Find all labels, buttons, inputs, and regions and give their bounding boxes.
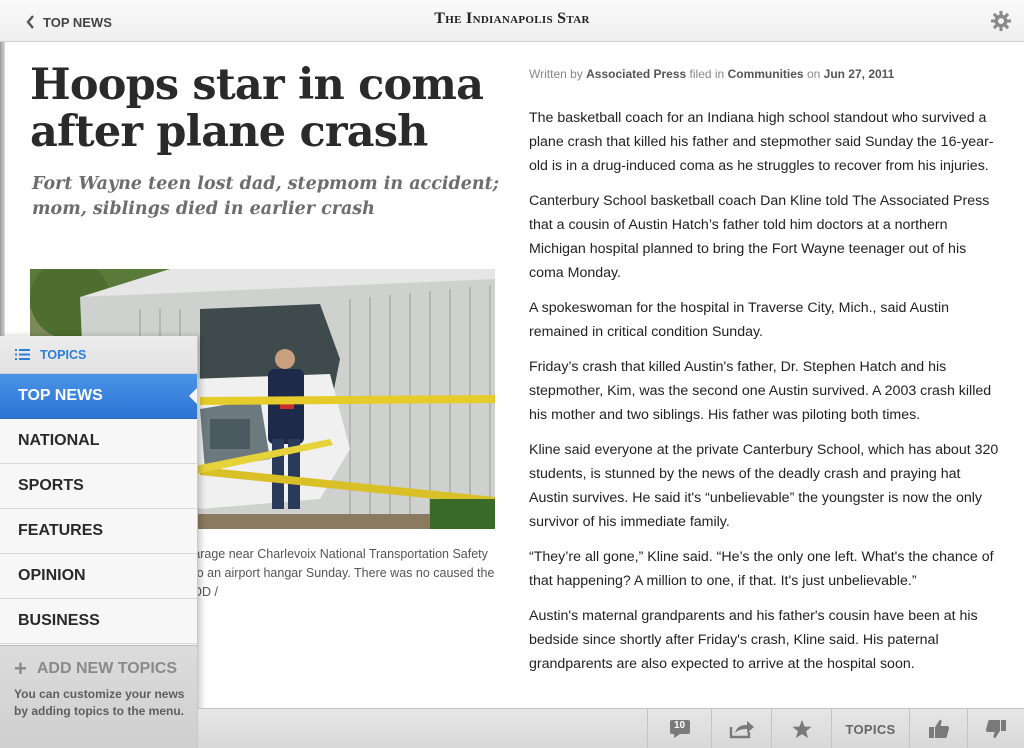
topic-item-sports[interactable]: SPORTS <box>0 464 197 509</box>
add-topics-panel: + ADD NEW TOPICS You can customize your … <box>0 645 197 748</box>
thumbs-up-icon <box>928 719 949 738</box>
comment-count: 10 <box>673 720 686 731</box>
topics-header[interactable]: TOPICS <box>0 336 197 374</box>
paragraph: Austin's maternal grandparents and his f… <box>529 608 978 672</box>
add-topics-button[interactable]: + ADD NEW TOPICS <box>14 656 197 681</box>
like-button[interactable] <box>909 709 967 748</box>
plus-icon: + <box>14 656 27 681</box>
topic-item-opinion[interactable]: OPINION <box>0 554 197 599</box>
byline-on: on <box>806 67 821 81</box>
dislike-button[interactable] <box>967 709 1024 748</box>
topics-drawer: TOPICS TOP NEWS NATIONAL SPORTS FEATURES… <box>0 336 198 748</box>
paragraph: Kline said everyone at the private Cante… <box>529 442 999 530</box>
masthead: The Indianapolis Star <box>434 10 590 27</box>
share-button[interactable] <box>711 709 771 748</box>
topic-item-features[interactable]: FEATURES <box>0 509 197 554</box>
comments-button[interactable]: 10 <box>647 709 711 748</box>
share-icon <box>729 721 754 739</box>
topics-button[interactable]: TOPICS <box>831 709 909 748</box>
topic-item-national[interactable]: NATIONAL <box>0 419 197 464</box>
page-edge <box>0 42 5 342</box>
paragraph: A spokeswoman for the hospital in Traver… <box>529 300 950 340</box>
topic-item-business[interactable]: BUSINESS <box>0 599 197 644</box>
paragraph: Friday’s crash that killed Austin's fath… <box>529 359 992 423</box>
topics-title: TOPICS <box>40 347 87 362</box>
star-icon <box>791 719 812 738</box>
gear-icon[interactable] <box>990 10 1012 32</box>
topics-button-label: TOPICS <box>845 721 896 737</box>
article-body[interactable]: The basketball coach for an Indiana high… <box>529 106 999 706</box>
byline: Written by Associated Press filed in Com… <box>529 67 894 81</box>
byline-author[interactable]: Associated Press <box>586 67 686 81</box>
favorite-button[interactable] <box>771 709 831 748</box>
paragraph: “They’re all gone,” Kline said. “He’s th… <box>529 549 994 589</box>
top-bar: TOP NEWS The Indianapolis Star <box>0 0 1024 42</box>
byline-date: Jun 27, 2011 <box>823 67 895 81</box>
thumbs-down-icon <box>985 720 1006 739</box>
add-topics-description: You can customize your news by adding to… <box>14 687 185 718</box>
article-subhead: Fort Wayne teen lost dad, stepmom in acc… <box>32 174 500 219</box>
paragraph: Canterbury School basketball coach Dan K… <box>529 193 990 281</box>
article-headline: Hoops star in coma after plane crash <box>30 60 484 157</box>
list-icon <box>15 349 30 360</box>
byline-filed-in: filed in <box>689 67 725 81</box>
paragraph: The basketball coach for an Indiana high… <box>529 110 994 174</box>
byline-prefix: Written by <box>529 67 583 81</box>
bottom-toolbar: 10 TOPICS <box>198 708 1024 748</box>
comment-icon: 10 <box>669 719 691 739</box>
byline-section[interactable]: Communities <box>728 67 804 81</box>
topic-item-top-news[interactable]: TOP NEWS <box>0 374 197 419</box>
add-topics-label: ADD NEW TOPICS <box>36 660 178 677</box>
